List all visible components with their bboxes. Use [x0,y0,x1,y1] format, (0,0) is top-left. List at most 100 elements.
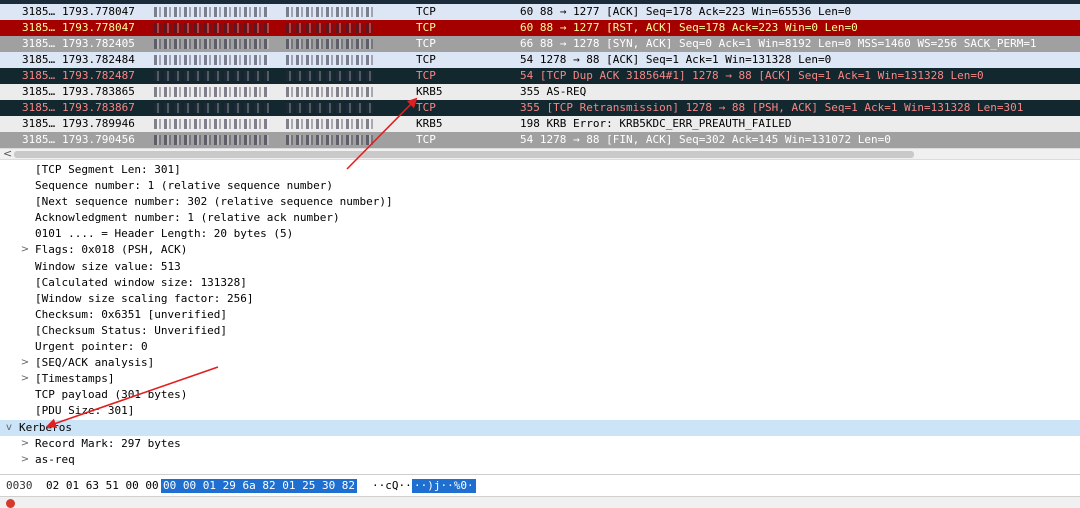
tree-item[interactable]: [TCP Segment Len: 301] [0,162,1080,178]
packet-time: 1793.783865 [62,85,135,98]
packet-time: 1793.789946 [62,117,135,130]
chevron-right-icon[interactable]: > [20,242,30,258]
packet-number: 3185… [22,53,56,66]
packet-destination: 192.168.38.144 [286,132,416,148]
packet-time: 1793.790456 [62,133,135,146]
packet-time: 1793.782405 [62,37,135,50]
tree-item[interactable]: Urgent pointer: 0 [0,339,1080,355]
packet-row[interactable]: 3185… 1793.782484 192.168.38.144192.168.38… [0,52,1080,68]
tree-item-label: Flags: 0x018 (PSH, ACK) [35,243,188,257]
packet-time: 1793.783867 [62,101,135,114]
packet-row[interactable]: 3185… 1793.789946 192.168.38.144192.168.38… [0,116,1080,132]
tree-item-label: Window size value: 513 [35,259,181,273]
packet-destination: 192.168.38.144 [286,52,416,68]
chevron-right-icon[interactable]: > [20,355,30,371]
tree-item[interactable]: Acknowledgment number: 1 (relative ack n… [0,210,1080,226]
packet-protocol: TCP [416,37,436,50]
packet-info: 54 1278 → 88 [ACK] Seq=1 Ack=1 Win=13132… [520,53,832,66]
tree-item-label: [Window size scaling factor: 256] [35,291,254,305]
tree-item-label: as-req [35,452,75,466]
tree-item[interactable]: Checksum: 0x6351 [unverified] [0,307,1080,323]
packet-number: 3185… [22,21,56,34]
packet-info: 54 [TCP Dup ACK 318564#1] 1278 → 88 [ACK… [520,69,984,82]
hex-ascii-selected[interactable]: ··)j··%0· [412,479,476,493]
packet-number: 3185… [22,37,56,50]
scroll-left-arrow-icon[interactable]: < [3,147,12,160]
tree-item[interactable]: > as-req [0,452,1080,468]
packet-info: 198 KRB Error: KRB5KDC_ERR_PREAUTH_FAILE… [520,117,792,130]
chevron-right-icon[interactable]: > [20,436,30,452]
packet-info: 355 AS-REQ [520,85,587,98]
packet-number: 3185… [22,117,56,130]
packet-bytes-pane[interactable]: 0030 02 01 63 51 00 00 00 00 01 29 6a 82… [0,474,1080,496]
tree-item-label: [Next sequence number: 302 (relative seq… [35,195,393,209]
packet-row[interactable]: 3185… 1793.783865 192.168.38.144192.168.38… [0,84,1080,100]
packet-info: 60 88 → 1277 [RST, ACK] Seq=178 Ack=223 … [520,21,858,34]
tree-item[interactable]: > [Timestamps] [0,371,1080,387]
packet-source: 192.168.38.144 [154,52,282,68]
chevron-down-icon[interactable]: v [4,420,14,436]
tree-item[interactable]: > Record Mark: 297 bytes [0,436,1080,452]
hex-ascii[interactable]: ··cQ·· [372,479,412,493]
packet-source: 192.168.38.144 [154,132,282,148]
packet-source: 192.168.38.144 [154,4,282,20]
tree-item-label: Checksum: 0x6351 [unverified] [35,307,228,321]
packet-info: 54 1278 → 88 [FIN, ACK] Seq=302 Ack=145 … [520,133,891,146]
tree-item-label: [PDU Size: 301] [35,404,135,418]
packet-row[interactable]: 3185… 1793.782487 192.168.38.144192.168.38… [0,68,1080,84]
hex-bytes[interactable]: 02 01 63 51 00 00 [46,479,159,493]
tree-item[interactable]: Window size value: 513 [0,259,1080,275]
packet-source: 192.168.38.144 [154,20,282,36]
packet-rows: 3185…1793.778047192.168.38.144192.168.38… [0,4,1080,148]
tree-item[interactable]: [Next sequence number: 302 (relative seq… [0,194,1080,210]
horizontal-scrollbar[interactable]: < [0,147,1080,160]
packet-details-tree[interactable]: [TCP Segment Len: 301] Sequence number: 1… [0,162,1080,472]
tree-item-label: [SEQ/ACK analysis] [35,356,155,370]
packet-list[interactable]: 3185…1793.778047192.168.38.144192.168.38… [0,0,1080,148]
scrollbar-thumb[interactable] [14,151,914,158]
tree-item-label: Urgent pointer: 0 [35,340,148,354]
packet-time: 1793.782484 [62,53,135,66]
packet-number: 3185… [22,69,56,82]
packet-protocol: TCP [416,101,436,114]
packet-number: 3185… [22,5,56,18]
tree-item[interactable]: > Flags: 0x018 (PSH, ACK) [0,242,1080,258]
chevron-right-icon[interactable]: > [20,371,30,387]
tree-item-label: Acknowledgment number: 1 (relative ack n… [35,211,340,225]
packet-row[interactable]: 3185… 1793.778047 192.168.38.144192.168.38… [0,20,1080,36]
packet-time: 1793.778047 [62,21,135,34]
packet-destination: 192.168.38.144 [286,36,416,52]
status-bar [0,496,1080,508]
packet-row[interactable]: 3185… 1793.782405 192.168.38.144192.168.38… [0,36,1080,52]
tree-item[interactable]: [Calculated window size: 131328] [0,275,1080,291]
tree-item[interactable]: 0101 .... = Header Length: 20 bytes (5) [0,226,1080,242]
tree-item-label: [Timestamps] [35,372,115,386]
packet-destination: 192.168.38.144 [286,4,416,20]
tree-item[interactable]: TCP payload (301 bytes) [0,387,1080,403]
packet-info: 66 88 → 1278 [SYN, ACK] Seq=0 Ack=1 Win=… [520,37,1037,50]
tree-item-label: Kerberos [19,420,72,434]
hex-offset: 0030 [6,479,33,492]
packet-info: 355 [TCP Retransmission] 1278 → 88 [PSH,… [520,101,1024,114]
tree-item[interactable]: > [SEQ/ACK analysis] [0,355,1080,371]
packet-destination: 192.168.38.144 [286,68,416,84]
tree-item[interactable]: [Checksum Status: Unverified] [0,323,1080,339]
packet-destination: 192.168.38.141 [286,20,416,36]
tree-item[interactable]: Sequence number: 1 (relative sequence nu… [0,178,1080,194]
packet-row[interactable]: 3185… 1793.783867 192.168.38.144192.168.38… [0,100,1080,116]
packet-source: 192.168.38.144 [154,36,282,52]
packet-row[interactable]: 3185… 1793.790456 192.168.38.144192.168.38… [0,132,1080,148]
packet-source: 192.168.38.144 [154,100,282,116]
tree-item[interactable]: [PDU Size: 301] [0,403,1080,419]
packet-row[interactable]: 3185… 1793.778047 192.168.38.144192.168.38… [0,4,1080,20]
tree-item[interactable]: [Window size scaling factor: 256] [0,291,1080,307]
status-indicator-icon[interactable] [6,499,15,508]
tree-item-kerberos[interactable]: v Kerberos [0,419,1080,436]
packet-number: 3185… [22,133,56,146]
hex-bytes-selected[interactable]: 00 00 01 29 6a 82 01 25 30 82 [161,479,358,493]
packet-source: 192.168.38.144 [154,68,282,84]
chevron-right-icon[interactable]: > [20,452,30,468]
packet-number: 3185… [22,101,56,114]
tree-item-label: 0101 .... = Header Length: 20 bytes (5) [35,227,294,241]
packet-destination: 192.168.38.144 [286,116,416,132]
